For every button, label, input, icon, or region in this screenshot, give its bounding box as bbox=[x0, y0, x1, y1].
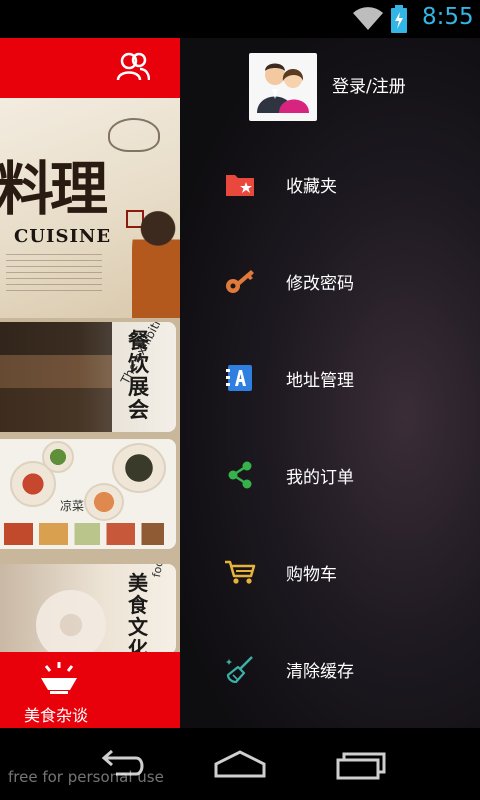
menu-item-label: 地址管理 bbox=[286, 371, 354, 391]
menu-item-label: 购物车 bbox=[286, 565, 337, 585]
menu-item-label: 修改密码 bbox=[286, 274, 354, 294]
dish-image bbox=[112, 443, 166, 493]
folder-star-icon bbox=[226, 175, 254, 196]
key-icon bbox=[226, 270, 254, 293]
share-icon bbox=[228, 461, 252, 489]
status-bar: 8:55 bbox=[0, 0, 480, 38]
footer-tab-label: 美食杂谈 bbox=[24, 706, 89, 725]
user-group-icon[interactable] bbox=[116, 52, 150, 82]
navigation-drawer: 登录/注册 收藏夹 修改密码 地址管理 我的订单 购物车 清除缓存 bbox=[180, 38, 480, 728]
dish-image bbox=[84, 483, 124, 521]
home-icon[interactable] bbox=[210, 746, 270, 782]
exhibition-photo bbox=[0, 322, 112, 432]
cloud-decoration bbox=[108, 118, 160, 152]
banner-subtitle: CUISINE bbox=[14, 226, 112, 247]
dish-image bbox=[42, 441, 74, 473]
footer-tab[interactable]: 美食杂谈 bbox=[0, 652, 180, 728]
broom-icon bbox=[226, 656, 253, 683]
couple-avatar-icon bbox=[257, 63, 309, 113]
battery-charging-icon bbox=[391, 5, 407, 33]
card-subtitle: food culture bbox=[150, 564, 174, 578]
cart-icon bbox=[225, 560, 256, 584]
menu-item-change-password[interactable]: 修改密码 bbox=[180, 251, 480, 311]
card-food-culture[interactable]: 美食文化 food culture bbox=[0, 564, 176, 654]
menu-item-orders[interactable]: 我的订单 bbox=[180, 445, 480, 505]
main-header bbox=[0, 38, 180, 98]
login-register-link[interactable]: 登录/注册 bbox=[332, 72, 406, 97]
clock: 8:55 bbox=[422, 4, 474, 30]
system-nav-bar bbox=[0, 728, 480, 800]
main-content: 料理 CUISINE 餐饮展会 The exhibition 凉菜 美食文化 f… bbox=[0, 38, 180, 728]
banner-carousel[interactable]: 料理 CUISINE bbox=[0, 98, 180, 365]
avatar[interactable] bbox=[249, 53, 317, 121]
banner-fine-print bbox=[6, 254, 102, 294]
menu-item-address[interactable]: 地址管理 bbox=[180, 348, 480, 408]
donut-image bbox=[36, 590, 106, 654]
banner-title: 料理 bbox=[0, 155, 108, 223]
menu-item-label: 我的订单 bbox=[286, 468, 354, 488]
dish-strip bbox=[4, 523, 164, 545]
card-food-blog[interactable]: 凉菜 bbox=[0, 439, 176, 549]
bowl-icon bbox=[41, 662, 77, 694]
menu-item-cart[interactable]: 购物车 bbox=[180, 542, 480, 602]
dish-tag: 凉菜 bbox=[60, 499, 85, 513]
wifi-icon bbox=[353, 7, 383, 30]
recents-icon[interactable] bbox=[330, 746, 390, 782]
menu-item-favorites[interactable]: 收藏夹 bbox=[180, 154, 480, 214]
banner-figure-image bbox=[132, 206, 180, 318]
menu-item-label: 收藏夹 bbox=[286, 177, 337, 197]
menu-item-label: 清除缓存 bbox=[286, 662, 354, 682]
menu-item-clear-cache[interactable]: 清除缓存 bbox=[180, 639, 480, 699]
card-exhibition[interactable]: 餐饮展会 The exhibition bbox=[0, 322, 176, 432]
address-book-icon bbox=[226, 365, 252, 391]
watermark-text: free for personal use bbox=[8, 768, 164, 786]
card-title: 美食文化 bbox=[128, 571, 148, 654]
